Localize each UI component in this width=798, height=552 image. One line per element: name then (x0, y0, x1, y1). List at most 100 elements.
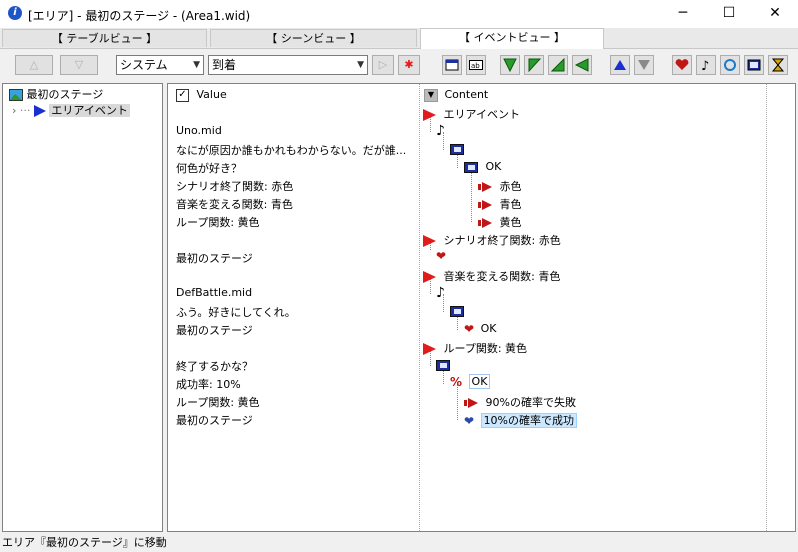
refresh-icon-button[interactable] (720, 55, 740, 75)
content-node[interactable]: ❤ (436, 249, 446, 263)
value-line: Uno.mid (176, 124, 222, 137)
content-node[interactable]: ❤ OK (464, 322, 496, 336)
tab-table-view[interactable]: 【 テーブルビュー 】 (2, 29, 207, 47)
window-icon-button[interactable] (442, 55, 462, 75)
content-node[interactable]: エリアイベント (423, 106, 520, 122)
window-title: [エリア] - 最初のステージ - (Area1.wid) (28, 9, 251, 23)
content-node-label: 10%の確率で成功 (480, 413, 578, 428)
event-list[interactable]: ✓ Value Uno.mid なにが原因か誰もかれもわからない。だが誰... … (167, 83, 796, 532)
content-node[interactable] (450, 142, 464, 155)
maximize-button[interactable]: ☐ (706, 0, 752, 28)
content-node[interactable]: ♪ (436, 285, 445, 301)
content-node-label: 赤色 (499, 180, 522, 193)
content-node[interactable]: ♪ (436, 123, 445, 139)
menu-icon (450, 305, 464, 317)
content-node-label: 90%の確率で失敗 (485, 396, 576, 409)
value-line: DefBattle.mid (176, 286, 253, 299)
move-up-button[interactable]: △ (15, 55, 53, 75)
sort-down-icon[interactable]: ▼ (424, 88, 438, 102)
tree-child-item[interactable]: › ··· エリアイベント (12, 102, 130, 118)
branch-arrow-icon (478, 218, 494, 228)
category-select[interactable]: システム ▼ (116, 55, 204, 75)
image-icon (9, 89, 23, 101)
content-column-header: ▼ Content (424, 88, 488, 102)
move-down-button[interactable]: ▽ (60, 55, 98, 75)
triangle-up-icon (614, 60, 626, 70)
tree-root-item[interactable]: 最初のステージ (9, 86, 103, 102)
value-line: 音楽を変える関数: 青色 (176, 198, 293, 211)
tab-scene-view[interactable]: 【 シーンビュー 】 (210, 29, 417, 47)
value-line: なにが原因か誰もかれもわからない。だが誰... (176, 144, 407, 157)
value-checkbox[interactable]: ✓ (176, 88, 189, 102)
window-icon (445, 59, 459, 71)
hourglass-icon-button[interactable] (768, 55, 788, 75)
flag-down-icon-button[interactable] (500, 55, 520, 75)
value-line: シナリオ終了関数: 赤色 (176, 180, 294, 193)
value-line: 何色が好き？ (176, 162, 242, 175)
content-node[interactable]: 赤色 (478, 178, 522, 194)
heart-icon: ❤ (436, 249, 447, 263)
menu-icon-button[interactable] (744, 55, 764, 75)
text-field-icon: ab (469, 60, 483, 70)
menu-icon (464, 161, 478, 173)
expand-chevron-icon[interactable]: › (12, 104, 16, 117)
chevron-down-icon: ▼ (357, 60, 364, 70)
triangle-down-icon-button[interactable] (634, 55, 654, 75)
start-flag-icon (423, 271, 436, 283)
flag-up-icon-button[interactable] (548, 55, 568, 75)
value-line: 最初のステージ (176, 252, 253, 265)
event-select[interactable]: 到着 ▼ (208, 55, 368, 75)
tree-connector (471, 168, 472, 222)
svg-text:ab: ab (471, 62, 480, 70)
content-node[interactable] (450, 304, 464, 317)
content-node[interactable]: ❤ 10%の確率で成功 (464, 412, 578, 428)
content-node-label: ループ関数: 黄色 (443, 342, 528, 355)
value-line: 最初のステージ (176, 414, 253, 427)
start-flag-icon (423, 343, 436, 355)
heart-icon-button[interactable] (672, 55, 692, 75)
flag-left-icon-button[interactable] (572, 55, 592, 75)
star-button[interactable]: ✱ (398, 55, 420, 75)
flag-right-icon-button[interactable] (524, 55, 544, 75)
tree-connector: ··· (19, 104, 31, 117)
text-field-icon-button[interactable]: ab (466, 55, 486, 75)
area-tree[interactable]: 最初のステージ › ··· エリアイベント (2, 83, 163, 532)
minimize-button[interactable]: ─ (660, 0, 706, 28)
play-button[interactable]: ▷ (372, 55, 394, 75)
content-node-label: OK (485, 160, 502, 173)
category-select-value: システム (120, 58, 168, 72)
content-node[interactable]: OK (464, 160, 501, 173)
content-node-label: OK (480, 322, 497, 335)
random-branch-icon: % (450, 375, 463, 389)
content-node[interactable]: ループ関数: 黄色 (423, 340, 527, 356)
flag-right-icon (528, 58, 541, 72)
tree-root-label: 最初のステージ (26, 88, 104, 101)
content-node-label: 黄色 (499, 216, 522, 229)
triangle-down-icon (638, 60, 650, 70)
content-node[interactable] (436, 358, 450, 371)
content-node[interactable]: 青色 (478, 196, 522, 212)
content-node[interactable]: 90%の確率で失敗 (464, 394, 576, 410)
flag-down-icon (503, 58, 517, 72)
close-button[interactable]: ✕ (752, 0, 798, 28)
content-node-label: シナリオ終了関数: 赤色 (443, 234, 561, 247)
tab-event-view[interactable]: 【 イベントビュー 】 (420, 28, 604, 49)
heart-icon: ❤ (464, 322, 475, 336)
tree-child-label: エリアイベント (49, 104, 130, 117)
heart-icon: ❤ (464, 414, 475, 428)
value-line: ループ関数: 黄色 (176, 216, 260, 229)
content-node[interactable]: % OK (450, 374, 491, 389)
triangle-up-icon-button[interactable] (610, 55, 630, 75)
content-node[interactable]: 黄色 (478, 214, 522, 230)
column-separator (419, 84, 420, 531)
content-node[interactable]: 音楽を変える関数: 青色 (423, 268, 560, 284)
svg-text:♪: ♪ (701, 59, 709, 72)
branch-arrow-icon (478, 200, 494, 210)
value-line: ループ関数: 黄色 (176, 396, 260, 409)
music-note-icon: ♪ (436, 285, 445, 301)
value-line: 最初のステージ (176, 324, 253, 337)
content-node[interactable]: シナリオ終了関数: 赤色 (423, 232, 561, 248)
start-flag-icon (423, 235, 436, 247)
column-separator (766, 84, 767, 531)
music-note-icon-button[interactable]: ♪ (696, 55, 716, 75)
